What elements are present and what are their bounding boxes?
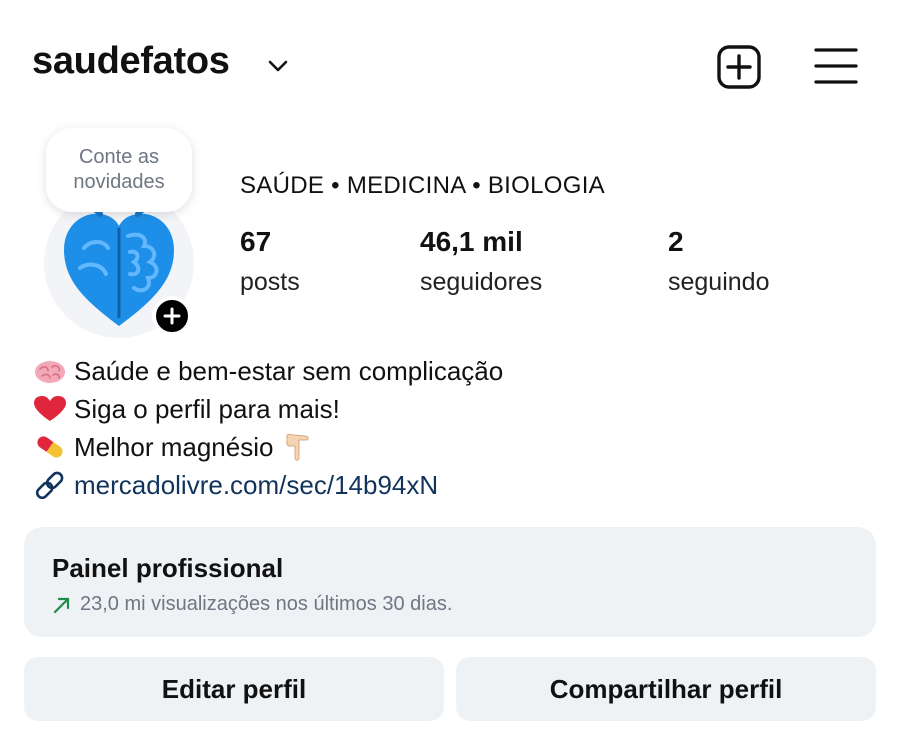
stat-followers[interactable]: 46,1 mil seguidores [420, 224, 542, 300]
dashboard-subtitle: 23,0 mi visualizações nos últimos 30 dia… [52, 593, 452, 616]
bio-line: Siga o perfil para mais! [32, 390, 503, 428]
stat-following-label: seguindo [668, 268, 770, 296]
stat-followers-value: 46,1 mil [420, 226, 523, 257]
share-profile-button[interactable]: Compartilhar perfil [456, 657, 876, 721]
new-post-icon[interactable] [716, 44, 762, 90]
username[interactable]: saudefatos [32, 40, 230, 83]
menu-icon[interactable] [814, 46, 858, 86]
bio-line-text: Saúde e bem-estar sem complicação [74, 355, 504, 386]
add-story-button[interactable] [152, 296, 192, 336]
bio-line-text: Siga o perfil para mais! [74, 393, 340, 424]
chevron-down-icon[interactable] [266, 56, 290, 76]
heart-emoji [34, 396, 66, 421]
notes-bubble[interactable]: Conte as novidades [46, 128, 192, 212]
bio-line: Melhor magnésio [32, 428, 503, 466]
bio-link[interactable]: mercadolivre.com/sec/14b94xN [32, 466, 503, 504]
bio-line-text: Melhor magnésio [74, 431, 274, 462]
top-bar: saudefatos [0, 0, 900, 120]
stat-followers-label: seguidores [420, 268, 543, 296]
trend-up-icon [53, 597, 70, 613]
stat-posts-label: posts [240, 268, 300, 296]
bio-line: Saúde e bem-estar sem complicação [32, 352, 503, 390]
professional-dashboard[interactable]: Painel profissional 23,0 mi visualizaçõe… [24, 527, 876, 637]
stat-following[interactable]: 2 seguindo [668, 224, 769, 300]
dashboard-subtitle-text: 23,0 mi visualizações nos últimos 30 dia… [80, 593, 453, 615]
stat-posts[interactable]: 67 posts [240, 224, 300, 300]
edit-profile-button[interactable]: Editar perfil [24, 657, 444, 721]
plus-icon [163, 307, 181, 325]
bio-link-text[interactable]: mercadolivre.com/sec/14b94xN [74, 470, 438, 501]
dashboard-title: Painel profissional [52, 553, 284, 583]
pointing-down-emoji [286, 433, 309, 461]
notes-text: Conte as novidades [73, 146, 165, 193]
bio: Saúde e bem-estar sem complicação Siga o… [32, 352, 503, 504]
link-icon [35, 471, 64, 499]
brain-emoji [35, 361, 65, 383]
stat-following-value: 2 [668, 226, 684, 257]
pill-emoji [37, 436, 63, 458]
stat-posts-value: 67 [240, 226, 272, 257]
profile-category: SAÚDE • MEDICINA • BIOLOGIA [240, 172, 605, 199]
